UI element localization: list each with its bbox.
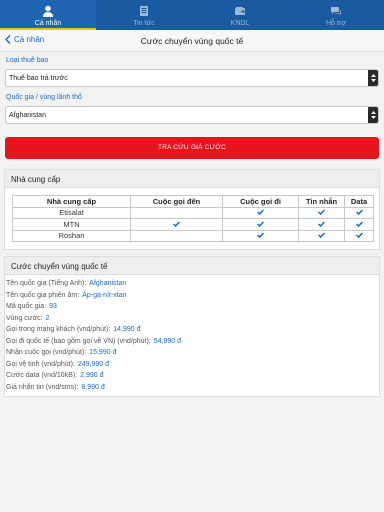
- table-header: Tin nhắn: [298, 195, 345, 208]
- check-icon: [318, 209, 325, 216]
- rate-label: Cước data (vnd/10kB):: [6, 372, 78, 379]
- check-icon: [257, 221, 264, 227]
- page-title: Cước chuyển vùng quốc tế: [140, 36, 244, 46]
- rate-label: Gọi đi quốc tế (bao gồm gọi về VN) (vnd/…: [6, 337, 151, 345]
- service-cell-sms: [298, 229, 345, 242]
- check-icon: [318, 232, 325, 239]
- nav-header: Cá nhân Cước chuyển vùng quốc tế: [0, 30, 384, 52]
- subscriber-type-label: Loại thuê bao: [6, 57, 49, 64]
- providers-panel: Nhà cung cấp Nhà cung cấp Cuộc gọi đến C…: [4, 169, 380, 250]
- check-icon: [173, 221, 180, 227]
- rate-value: 2,990 đ: [80, 372, 104, 379]
- rate-row: Nhận cuộc gọi (vnd/phút): 15,990 đ: [6, 349, 116, 356]
- country-label: Quốc gia / vùng lãnh thổ: [6, 94, 82, 101]
- rate-label: Tên quốc gia phiên âm:: [6, 291, 80, 299]
- providers-title: Nhà cung cấp: [5, 170, 379, 188]
- rate-value: 14,990 đ: [113, 326, 141, 333]
- rate-row: Cước data (vnd/10kB): 2,990 đ: [6, 372, 104, 379]
- table-header: Nhà cung cấp: [12, 195, 131, 208]
- service-cell-outgoing: [222, 206, 299, 219]
- check-icon: [257, 232, 264, 239]
- rate-row: Vùng cước: 2: [6, 315, 49, 322]
- provider-name: MTN: [12, 218, 131, 231]
- table-row: Roshan: [12, 229, 374, 242]
- service-cell-outgoing: [222, 229, 299, 242]
- table-row: MTN: [12, 218, 374, 231]
- rate-row: Giá nhắn tin (vnd/sms): 8,990 đ: [6, 384, 105, 391]
- rate-label: Gọi trong mạng khách (vnd/phút):: [6, 326, 111, 333]
- service-cell-outgoing: [222, 218, 299, 231]
- rates-title: Cước chuyển vùng quốc tế: [5, 257, 379, 275]
- person-icon: [43, 5, 53, 17]
- check-icon: [355, 221, 363, 227]
- rate-row: Mã quốc gia: 93: [6, 303, 57, 310]
- rate-value: 2: [45, 314, 50, 322]
- dropdown-arrow-icon: [368, 107, 378, 123]
- rate-label: Vùng cước:: [6, 314, 43, 322]
- tab-ho-tro[interactable]: Hỗ trợ: [288, 0, 384, 30]
- rate-label: Nhận cuộc gọi (vnd/phút):: [6, 349, 87, 356]
- service-cell-sms: [298, 206, 345, 219]
- rate-value: 15,990 đ: [89, 349, 117, 356]
- rate-value: 249,990 đ: [77, 360, 110, 368]
- service-cell-data: [344, 218, 374, 231]
- table-header: Cuộc gọi đến: [130, 195, 223, 208]
- table-header: Cuộc gọi đi: [222, 195, 299, 208]
- news-icon: [140, 6, 148, 16]
- tab-label: KNDL: [230, 20, 250, 27]
- table-row: Etisalat: [12, 206, 374, 219]
- check-icon: [257, 209, 264, 216]
- rate-value: Áp-ga-nít-xtan: [82, 291, 127, 299]
- rate-label: Giá nhắn tin (vnd/sms):: [6, 383, 79, 391]
- rate-row: Gọi vệ tinh (vnd/phút): 249,990 đ: [6, 361, 109, 368]
- top-tab-bar: Cá nhân Tin tức KNDL Hỗ trợ: [0, 0, 384, 30]
- rate-row: Tên quốc gia phiên âm: Áp-ga-nít-xtan: [6, 292, 127, 299]
- rate-value: Afghanistan: [89, 280, 127, 287]
- rate-row: Tên quốc gia (Tiếng Anh): Afghanistan: [6, 280, 126, 287]
- rate-value: 8,990 đ: [81, 383, 105, 391]
- service-cell-incoming: [130, 229, 223, 242]
- table-header: Data: [344, 195, 374, 208]
- service-cell-incoming: [130, 206, 223, 219]
- rate-value: 93: [49, 303, 57, 310]
- check-icon: [318, 221, 325, 227]
- check-icon: [355, 232, 363, 239]
- tab-kndl[interactable]: KNDL: [192, 0, 288, 30]
- service-cell-data: [344, 206, 374, 219]
- rate-value: 54,990 đ: [153, 337, 181, 345]
- country-value: Afghanistan: [9, 112, 46, 119]
- chat-icon: [331, 7, 341, 15]
- rate-row: Gọi đi quốc tế (bao gồm gọi về VN) (vnd/…: [6, 338, 181, 345]
- service-cell-incoming: [130, 218, 223, 231]
- service-cell-sms: [298, 218, 345, 231]
- check-icon: [355, 209, 363, 216]
- tab-label: Cá nhân: [34, 20, 62, 27]
- tab-ca-nhan[interactable]: Cá nhân: [0, 0, 96, 30]
- rate-label: Mã quốc gia:: [6, 303, 47, 310]
- provider-name: Roshan: [12, 229, 131, 242]
- search-rates-button[interactable]: TRA CỨU GIÁ CƯỚC: [5, 137, 379, 159]
- rate-row: Gọi trong mạng khách (vnd/phút): 14,990 đ: [6, 326, 141, 333]
- wallet-icon: [235, 7, 245, 15]
- tab-tin-tuc[interactable]: Tin tức: [96, 0, 192, 30]
- subscriber-type-value: Thuê bao trả trước: [9, 75, 68, 82]
- provider-name: Etisalat: [12, 206, 131, 219]
- rate-label: Tên quốc gia (Tiếng Anh):: [6, 280, 87, 287]
- dropdown-arrow-icon: [368, 70, 378, 86]
- tab-label: Hỗ trợ: [326, 20, 346, 27]
- tab-label: Tin tức: [133, 20, 155, 27]
- country-select[interactable]: Afghanistan: [5, 106, 379, 124]
- providers-table: Nhà cung cấp Cuộc gọi đến Cuộc gọi đi Ti…: [12, 195, 374, 242]
- rate-label: Gọi vệ tinh (vnd/phút):: [6, 360, 75, 368]
- subscriber-type-select[interactable]: Thuê bao trả trước: [5, 69, 379, 87]
- service-cell-data: [344, 229, 374, 242]
